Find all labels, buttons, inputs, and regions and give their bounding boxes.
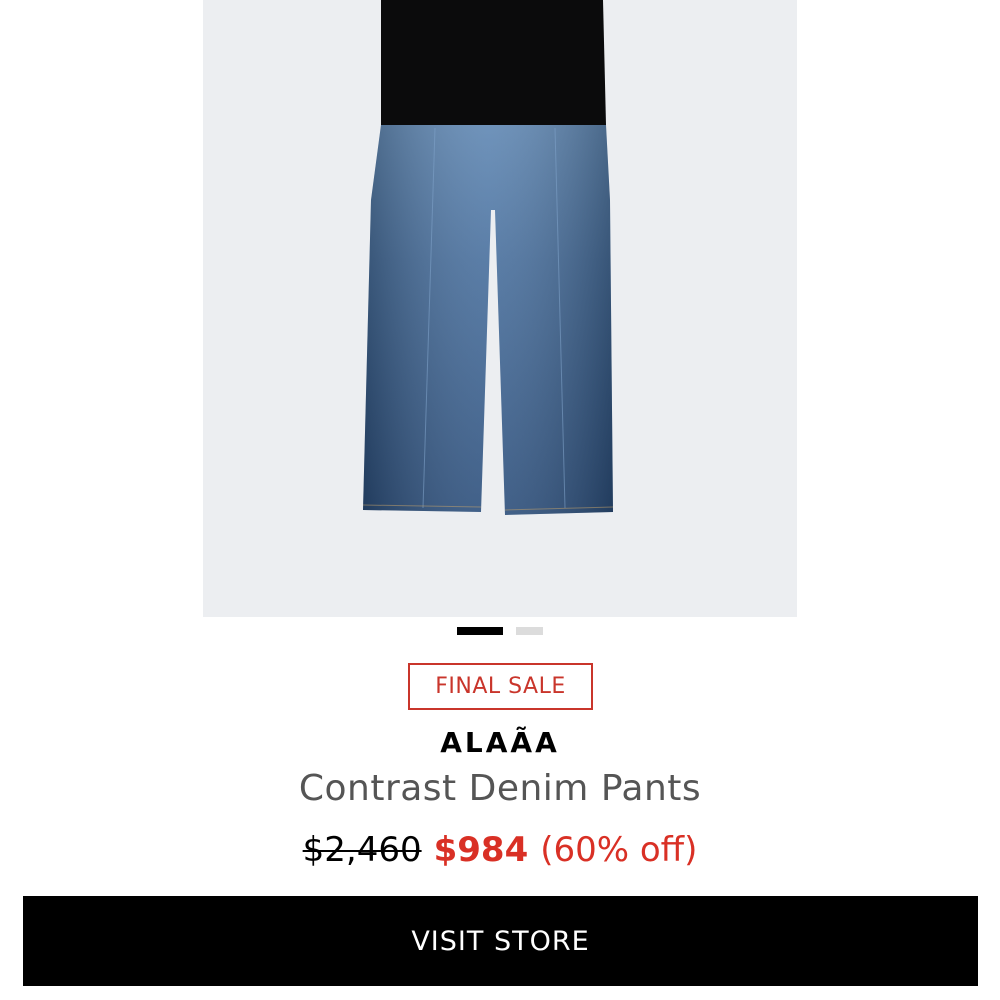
carousel-dot-1[interactable]: [457, 627, 503, 635]
price-row: $2,460 $984 (60% off): [0, 830, 1000, 870]
product-image[interactable]: [203, 0, 797, 617]
original-price: $2,460: [302, 830, 422, 870]
sale-price: $984: [433, 830, 529, 870]
carousel-dot-2[interactable]: [516, 627, 543, 635]
visit-store-button[interactable]: VISIT STORE: [23, 896, 978, 986]
final-sale-badge: FINAL SALE: [408, 663, 593, 710]
product-title: Contrast Denim Pants: [298, 768, 702, 809]
pants-illustration: [362, 0, 614, 515]
brand-name: ALAÃA: [440, 726, 560, 759]
discount-label: (60% off): [540, 830, 698, 870]
carousel-dots: [0, 627, 1000, 635]
